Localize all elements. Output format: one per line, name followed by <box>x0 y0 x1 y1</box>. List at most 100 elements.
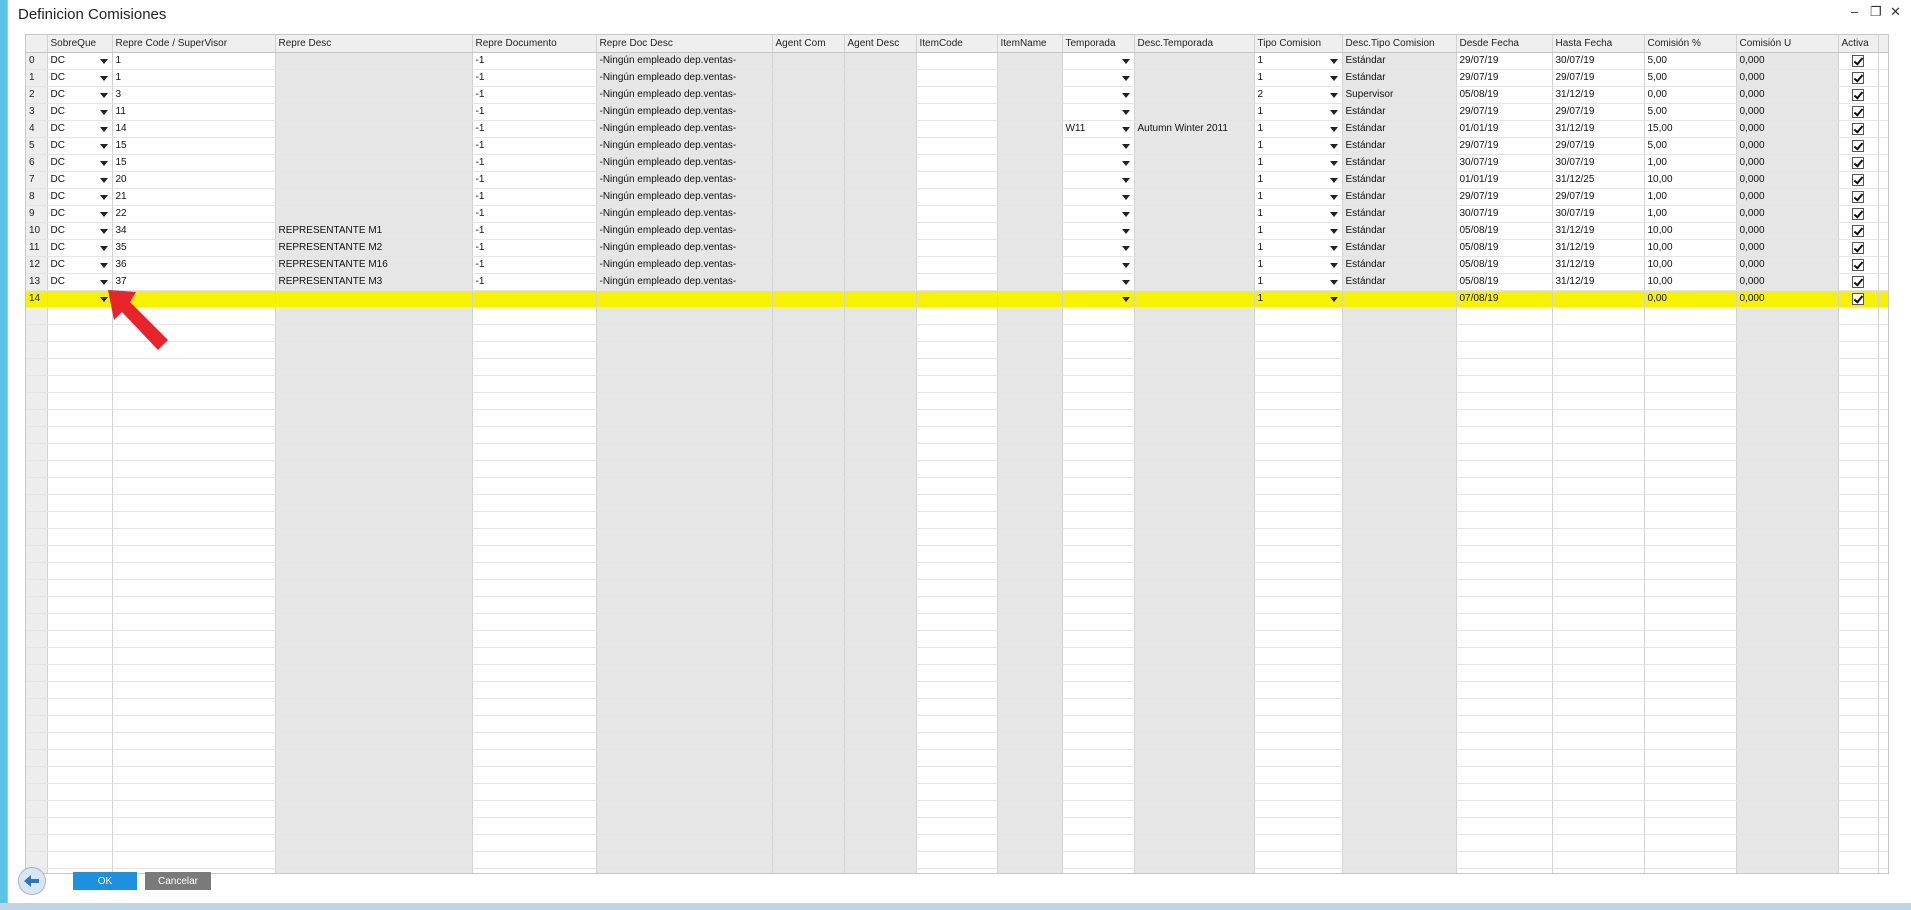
cell-u[interactable]: 0,000 <box>1736 120 1839 138</box>
cell-pct[interactable]: 5,00 <box>1644 103 1737 121</box>
dropdown-arrow-icon[interactable] <box>99 229 108 234</box>
cell-docdesc[interactable]: -Ningún empleado dep.ventas- <box>596 154 773 172</box>
cell-activa[interactable] <box>1838 239 1879 257</box>
cell-u[interactable]: 0,000 <box>1736 86 1839 104</box>
dropdown-arrow-icon[interactable] <box>1329 110 1338 115</box>
cell-activa[interactable] <box>1838 154 1879 172</box>
cell-hasta[interactable]: 31/12/19 <box>1552 222 1645 240</box>
checkbox-checked-icon[interactable] <box>1852 293 1864 305</box>
cell-activa[interactable] <box>1838 273 1879 291</box>
cell-tipo[interactable]: 1 <box>1254 171 1343 189</box>
dropdown-arrow-icon[interactable] <box>99 127 108 132</box>
cell-desctipo[interactable]: Estándar <box>1342 120 1457 138</box>
commissions-grid[interactable]: SobreQue Repre Code / SuperVisor Repre Des… <box>25 34 1889 874</box>
cell-hasta[interactable]: 29/07/19 <box>1552 103 1645 121</box>
cell-temp[interactable] <box>1062 171 1135 189</box>
cell-itemname[interactable] <box>997 86 1063 104</box>
cell-desctipo[interactable]: Estándar <box>1342 52 1457 70</box>
cell-itemname[interactable] <box>997 222 1063 240</box>
cell-desc[interactable]: REPRESENTANTE M16 <box>275 256 473 274</box>
cell-desde[interactable]: 29/07/19 <box>1456 103 1553 121</box>
cell-doc[interactable]: -1 <box>472 222 597 240</box>
dropdown-arrow-icon[interactable] <box>1329 127 1338 132</box>
cell-pct[interactable]: 1,00 <box>1644 205 1737 223</box>
cell-desctemp[interactable] <box>1134 205 1255 223</box>
cell-itemname[interactable] <box>997 103 1063 121</box>
cell-code[interactable]: 36 <box>112 256 276 274</box>
cell-item[interactable] <box>916 52 998 70</box>
cell-tipo[interactable]: 1 <box>1254 103 1343 121</box>
column-header[interactable]: Repre Doc Desc <box>596 35 773 53</box>
column-header[interactable]: Temporada <box>1062 35 1135 53</box>
cell-docdesc[interactable]: -Ningún empleado dep.ventas- <box>596 86 773 104</box>
cell-desde[interactable]: 05/08/19 <box>1456 273 1553 291</box>
cell-agcom[interactable] <box>772 86 845 104</box>
cell-hasta[interactable]: 29/07/19 <box>1552 188 1645 206</box>
cell-desc[interactable] <box>275 205 473 223</box>
cell-u[interactable]: 0,000 <box>1736 154 1839 172</box>
cell-docdesc[interactable]: -Ningún empleado dep.ventas- <box>596 103 773 121</box>
table-row[interactable]: 2 DC 3 -1 -Ningún empleado dep.ventas- 2 Super… <box>26 86 1888 104</box>
cell-tipo[interactable]: 1 <box>1254 120 1343 138</box>
cell-agdesc[interactable] <box>844 137 917 155</box>
ok-button[interactable]: OK <box>73 872 137 890</box>
cell-hasta[interactable]: 30/07/19 <box>1552 154 1645 172</box>
cell-desde[interactable]: 05/08/19 <box>1456 239 1553 257</box>
cell-desde[interactable]: 30/07/19 <box>1456 154 1553 172</box>
table-row[interactable]: 8 DC 21 -1 -Ningún empleado dep.ventas- 1 Está… <box>26 188 1888 206</box>
cell-temp[interactable] <box>1062 188 1135 206</box>
cell-sq[interactable]: DC <box>47 69 113 87</box>
dropdown-arrow-icon[interactable] <box>99 178 108 183</box>
dropdown-arrow-icon[interactable] <box>1121 280 1130 285</box>
cell-sq[interactable]: DC <box>47 154 113 172</box>
column-header[interactable]: Agent Com <box>772 35 845 53</box>
cell-tipo[interactable]: 1 <box>1254 137 1343 155</box>
cell-item[interactable] <box>916 222 998 240</box>
cell-pct[interactable]: 0,00 <box>1644 86 1737 104</box>
cell-tipo[interactable]: 1 <box>1254 69 1343 87</box>
column-header[interactable]: Repre Desc <box>275 35 473 53</box>
cell-hasta[interactable]: 31/12/19 <box>1552 273 1645 291</box>
cell-activa[interactable] <box>1838 69 1879 87</box>
cell-code[interactable]: 34 <box>112 222 276 240</box>
cell-u[interactable]: 0,000 <box>1736 103 1839 121</box>
column-header[interactable]: Repre Code / SuperVisor <box>112 35 276 53</box>
dropdown-arrow-icon[interactable] <box>1329 297 1338 302</box>
cell-doc[interactable]: -1 <box>472 103 597 121</box>
cell-itemname[interactable] <box>997 69 1063 87</box>
dropdown-arrow-icon[interactable] <box>99 144 108 149</box>
cell-itemname[interactable] <box>997 256 1063 274</box>
cell-temp[interactable] <box>1062 239 1135 257</box>
cell-activa[interactable] <box>1838 52 1879 70</box>
dropdown-arrow-icon[interactable] <box>99 212 108 217</box>
checkbox-checked-icon[interactable] <box>1852 276 1864 288</box>
cell-desde[interactable]: 05/08/19 <box>1456 256 1553 274</box>
cell-pct[interactable]: 10,00 <box>1644 239 1737 257</box>
dropdown-arrow-icon[interactable] <box>99 76 108 81</box>
cell-code[interactable]: 15 <box>112 154 276 172</box>
cell-activa[interactable] <box>1838 205 1879 223</box>
cell-sq[interactable]: DC <box>47 52 113 70</box>
cell-item[interactable] <box>916 86 998 104</box>
dropdown-arrow-icon[interactable] <box>1121 263 1130 268</box>
cell-tipo[interactable]: 1 <box>1254 239 1343 257</box>
column-header[interactable]: Repre Documento <box>472 35 597 53</box>
dropdown-arrow-icon[interactable] <box>1121 93 1130 98</box>
cell-tipo[interactable]: 2 <box>1254 86 1343 104</box>
cell-desc[interactable] <box>275 120 473 138</box>
cell-sq[interactable]: DC <box>47 222 113 240</box>
cell-desctipo[interactable]: Estándar <box>1342 205 1457 223</box>
cell-desctemp[interactable] <box>1134 103 1255 121</box>
cell-u[interactable]: 0,000 <box>1736 171 1839 189</box>
dropdown-arrow-icon[interactable] <box>1121 59 1130 64</box>
dropdown-arrow-icon[interactable] <box>1329 144 1338 149</box>
column-header[interactable]: Desde Fecha <box>1456 35 1553 53</box>
cell-u[interactable]: 0,000 <box>1736 188 1839 206</box>
checkbox-checked-icon[interactable] <box>1852 174 1864 186</box>
cell-pct[interactable]: 5,00 <box>1644 69 1737 87</box>
checkbox-checked-icon[interactable] <box>1852 208 1864 220</box>
cell-desde[interactable]: 07/08/19 <box>1456 290 1553 308</box>
cell-activa[interactable] <box>1838 290 1879 308</box>
cell-desctemp[interactable] <box>1134 273 1255 291</box>
cell-agdesc[interactable] <box>844 69 917 87</box>
